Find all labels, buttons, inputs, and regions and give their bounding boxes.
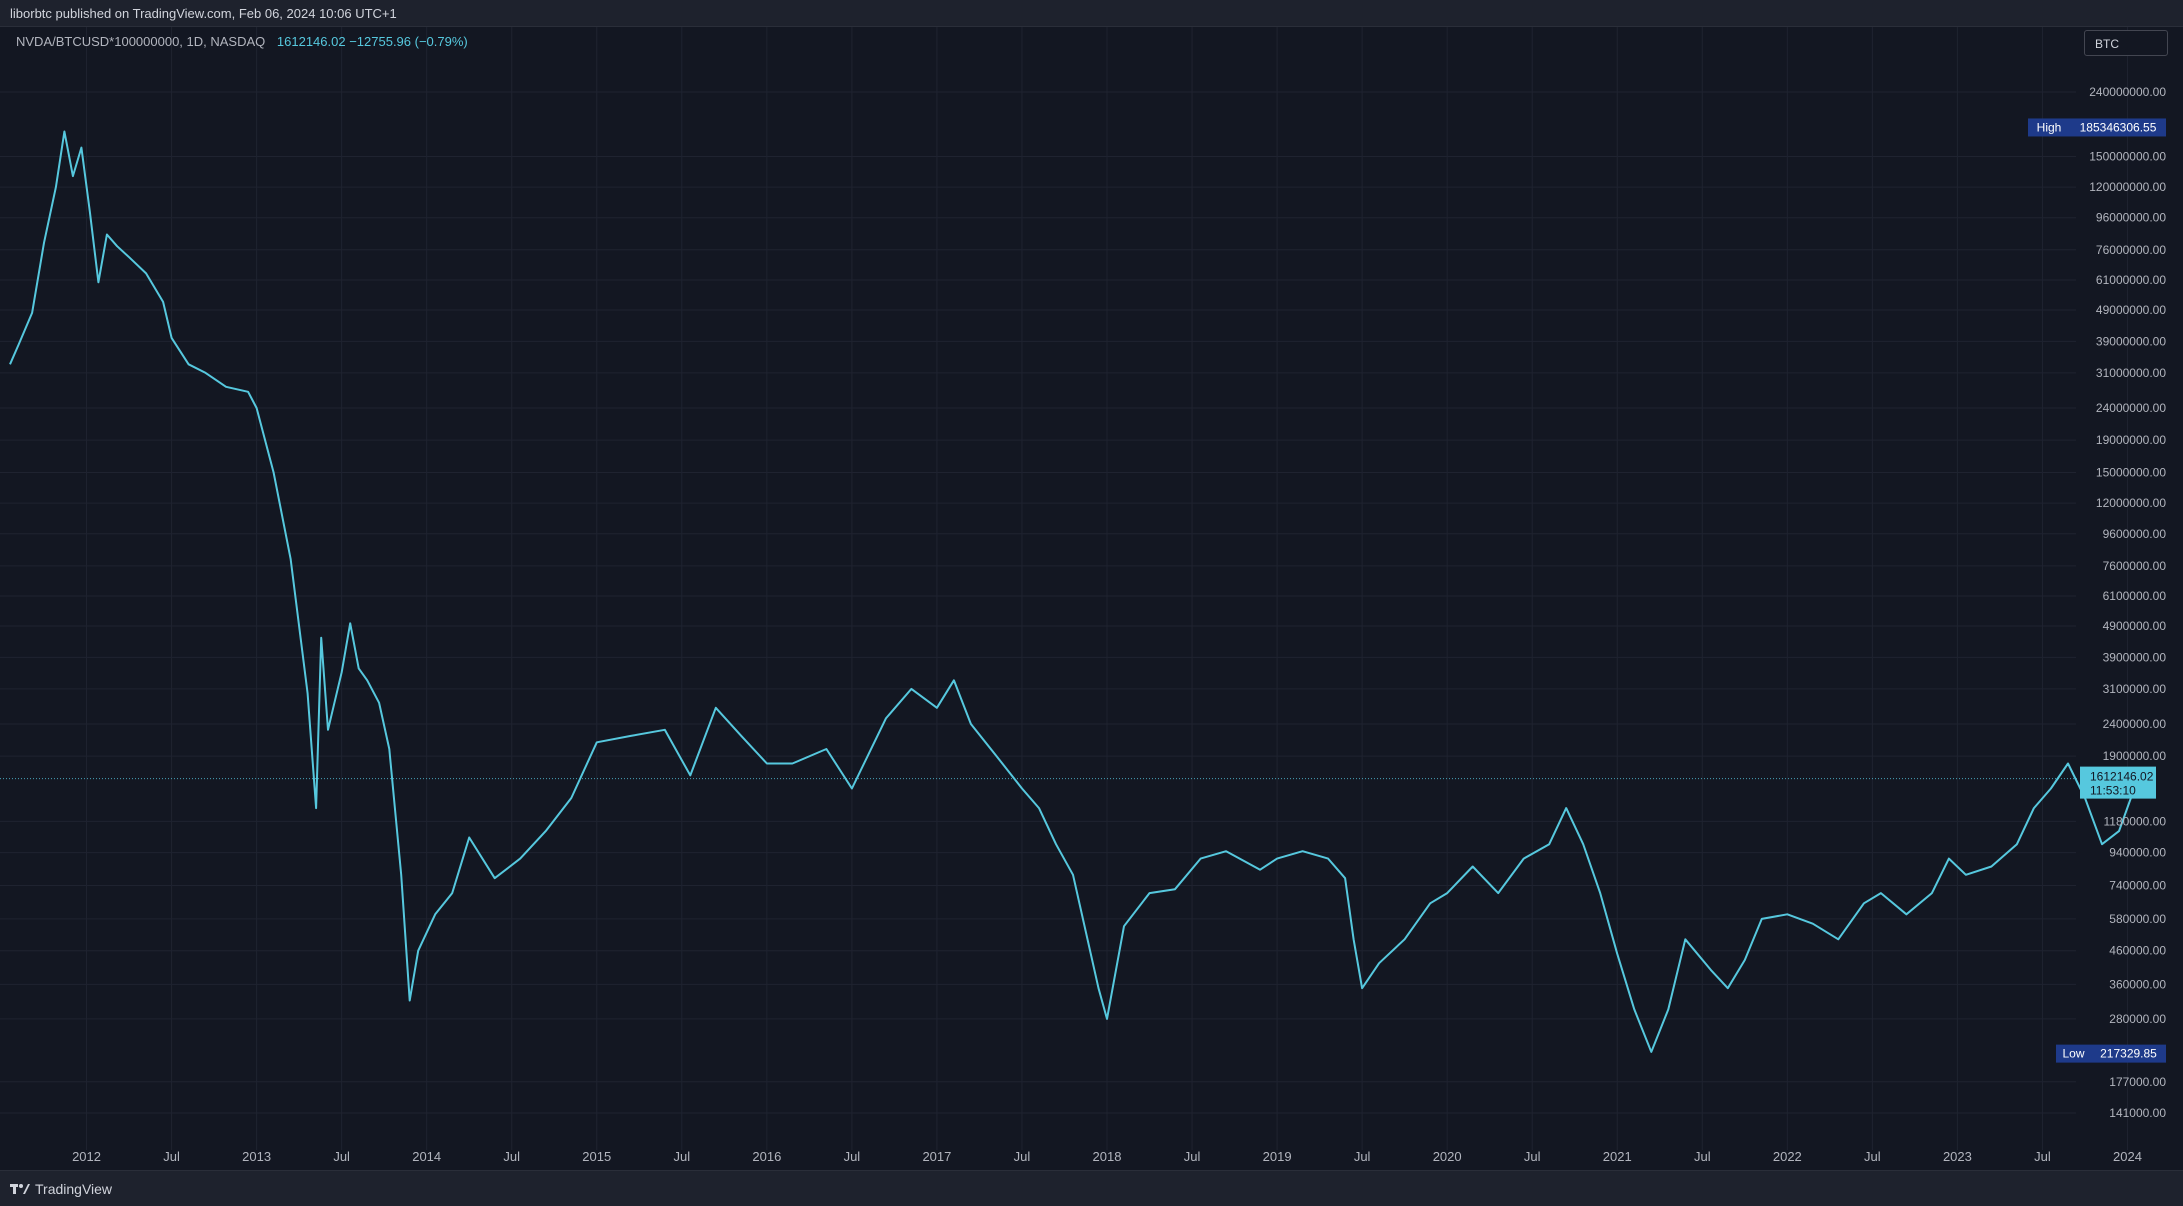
y-tick-label: 740000.00 bbox=[2109, 878, 2166, 892]
x-tick-label: Jul bbox=[1864, 1149, 1881, 1164]
y-tick-label: 1900000.00 bbox=[2103, 749, 2167, 763]
x-tick-label: Jul bbox=[1184, 1149, 1201, 1164]
y-tick-label: 940000.00 bbox=[2109, 846, 2166, 860]
x-tick-label: 2013 bbox=[242, 1149, 271, 1164]
y-tick-label: 7600000.00 bbox=[2103, 559, 2167, 573]
x-tick-label: 2015 bbox=[582, 1149, 611, 1164]
y-tick-label: 49000000.00 bbox=[2096, 303, 2166, 317]
symbol-legend[interactable]: NVDA/BTCUSD*100000000, 1D, NASDAQ 161214… bbox=[16, 34, 468, 49]
last-price-value: 1612146.02 bbox=[2090, 770, 2154, 784]
y-tick-label: 31000000.00 bbox=[2096, 366, 2166, 380]
last-price-badge: 1612146.0211:53:10 bbox=[2080, 766, 2156, 799]
y-tick-label: 1180000.00 bbox=[2103, 814, 2166, 828]
price-change: 1612146.02 −12755.96 (−0.79%) bbox=[276, 34, 468, 49]
x-tick-label: 2017 bbox=[922, 1149, 951, 1164]
footer-bar: TradingView bbox=[0, 1170, 2183, 1206]
high-badge-value: 185346306.55 bbox=[2080, 120, 2157, 134]
footer-brand: TradingView bbox=[35, 1181, 113, 1197]
y-tick-label: 460000.00 bbox=[2109, 944, 2166, 958]
high-badge: High 185346306.55 bbox=[2028, 118, 2166, 137]
x-tick-label: Jul bbox=[503, 1149, 520, 1164]
x-tick-label: Jul bbox=[1524, 1149, 1541, 1164]
y-tick-label: 2400000.00 bbox=[2103, 717, 2167, 731]
y-tick-label: 141000.00 bbox=[2109, 1106, 2166, 1120]
x-tick-label: Jul bbox=[2034, 1149, 2051, 1164]
nvda-btc-line bbox=[9, 130, 2146, 1053]
y-tick-label: 150000000.00 bbox=[2089, 150, 2166, 164]
y-tick-label: 76000000.00 bbox=[2096, 243, 2166, 257]
y-tick-label: 6100000.00 bbox=[2103, 589, 2167, 603]
high-badge-label: High bbox=[2037, 120, 2062, 134]
y-tick-label: 9600000.00 bbox=[2103, 527, 2167, 541]
y-tick-label: 96000000.00 bbox=[2096, 211, 2166, 225]
y-tick-label: 120000000.00 bbox=[2089, 180, 2166, 194]
x-tick-label: Jul bbox=[1354, 1149, 1371, 1164]
x-tick-label: Jul bbox=[844, 1149, 861, 1164]
x-tick-label: Jul bbox=[1014, 1149, 1031, 1164]
x-tick-label: 2020 bbox=[1433, 1149, 1462, 1164]
x-tick-label: Jul bbox=[333, 1149, 350, 1164]
x-tick-label: 2024 bbox=[2113, 1149, 2142, 1164]
y-tick-label: 3100000.00 bbox=[2103, 682, 2167, 696]
x-tick-label: Jul bbox=[163, 1149, 180, 1164]
y-tick-label: 24000000.00 bbox=[2096, 401, 2166, 415]
y-tick-label: 12000000.00 bbox=[2096, 496, 2166, 510]
symbol-info: NVDA/BTCUSD*100000000, 1D, NASDAQ bbox=[16, 34, 266, 49]
low-badge-value: 217329.85 bbox=[2100, 1047, 2157, 1061]
y-tick-label: 4900000.00 bbox=[2103, 619, 2167, 633]
y-tick-label: 3900000.00 bbox=[2103, 650, 2167, 664]
x-tick-label: 2012 bbox=[72, 1149, 101, 1164]
x-tick-label: 2014 bbox=[412, 1149, 441, 1164]
y-tick-label: 580000.00 bbox=[2109, 912, 2166, 926]
y-tick-label: 280000.00 bbox=[2109, 1012, 2166, 1026]
y-tick-label: 240000000.00 bbox=[2089, 85, 2166, 99]
grid-lines bbox=[0, 27, 2128, 1150]
low-badge: Low 217329.85 bbox=[2056, 1044, 2166, 1063]
y-tick-label: 360000.00 bbox=[2109, 977, 2166, 991]
x-tick-label: Jul bbox=[673, 1149, 690, 1164]
tradingview-icon bbox=[10, 1184, 30, 1194]
y-tick-label: 61000000.00 bbox=[2096, 273, 2166, 287]
price-chart[interactable]: 240000000.00 150000000.00 120000000.00 9600… bbox=[0, 0, 2183, 1205]
x-tick-label: 2018 bbox=[1093, 1149, 1122, 1164]
price-series bbox=[9, 130, 2146, 1053]
x-tick-label: 2016 bbox=[752, 1149, 781, 1164]
currency-selector[interactable]: BTC bbox=[2084, 30, 2168, 56]
x-tick-label: 2023 bbox=[1943, 1149, 1972, 1164]
x-tick-label: 2019 bbox=[1263, 1149, 1292, 1164]
x-tick-label: 2022 bbox=[1773, 1149, 1802, 1164]
low-badge-label: Low bbox=[2062, 1047, 2084, 1061]
x-axis: 2012 Jul 2013 Jul 2014 Jul 2015 Jul 2016 Jul 2017 J… bbox=[72, 1149, 2142, 1164]
x-tick-label: Jul bbox=[1694, 1149, 1711, 1164]
tradingview-logo[interactable]: TradingView bbox=[10, 1181, 112, 1197]
y-tick-label: 15000000.00 bbox=[2096, 466, 2166, 480]
y-tick-label: 39000000.00 bbox=[2096, 334, 2166, 348]
y-tick-label: 19000000.00 bbox=[2096, 433, 2166, 447]
y-tick-label: 177000.00 bbox=[2109, 1075, 2166, 1089]
x-tick-label: 2021 bbox=[1603, 1149, 1632, 1164]
bar-countdown: 11:53:10 bbox=[2090, 784, 2136, 798]
